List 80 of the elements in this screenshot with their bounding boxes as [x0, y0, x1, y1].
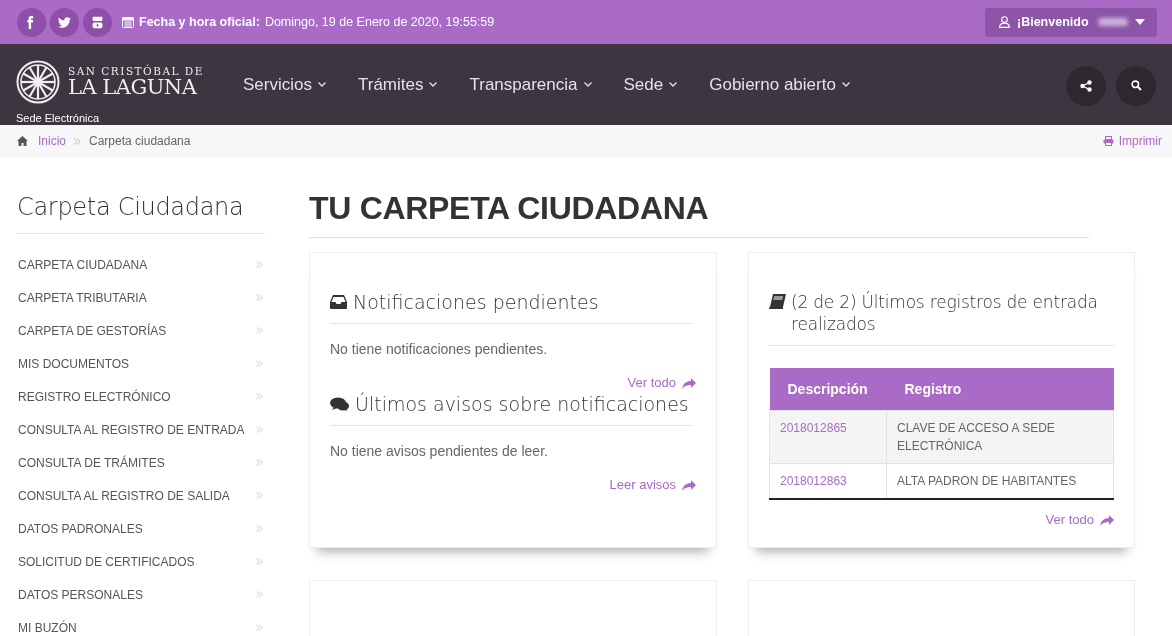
date-time: Domingo, 19 de Enero de 2020, 19:55:59 [264, 15, 495, 29]
nav-menu-item[interactable]: Servicios [227, 74, 342, 95]
search-button[interactable] [1116, 65, 1156, 106]
empty-message: No tiene notificaciones pendientes. [330, 341, 549, 357]
share-arrow-icon [681, 375, 696, 390]
share-button[interactable] [1066, 65, 1106, 106]
chevron-down-icon [669, 82, 678, 87]
sidebar-menu-item[interactable]: CONSULTA AL REGISTRO DE SALIDA [18, 479, 265, 512]
double-chevron-icon [256, 294, 263, 301]
double-chevron-icon [256, 624, 263, 631]
breadcrumb-link[interactable]: Inicio [38, 134, 66, 148]
sidebar-menu-item[interactable]: SOLICITUD DE CERTIFICADOS [18, 545, 265, 578]
site-subtitle: Sede Electrónica [16, 111, 101, 124]
book-icon [769, 294, 786, 309]
sidebar-menu-item[interactable]: CONSULTA AL REGISTRO DE ENTRADA [18, 413, 265, 446]
logo-text: SAN CRISTÓBAL DE [68, 65, 204, 77]
chevron-down-icon [317, 82, 326, 87]
double-chevron-icon [256, 459, 263, 466]
view-all-link[interactable]: Ver todo [627, 375, 696, 390]
column-header: Registro [886, 368, 1114, 411]
section-heading: Notificaciones pendientes [353, 291, 599, 313]
calendar-icon [122, 16, 134, 28]
user-menu-button[interactable]: ¡Bienvenido [985, 7, 1157, 37]
view-all-link[interactable]: Leer avisos [609, 477, 696, 492]
youtube-link[interactable] [83, 7, 112, 37]
double-chevron-icon [74, 137, 81, 145]
column-header: Descripción [769, 368, 887, 411]
double-chevron-icon [256, 525, 263, 532]
double-chevron-icon [256, 558, 263, 565]
registry-number-link[interactable]: 2018012865 [769, 410, 887, 464]
logo-text: LA LAGUNA [68, 77, 198, 98]
date-label: Fecha y hora oficial: [139, 15, 260, 29]
user-icon [999, 16, 1010, 28]
sidebar-title: Carpeta Ciudadana [17, 193, 265, 234]
double-chevron-icon [256, 360, 263, 367]
share-arrow-icon [681, 477, 696, 492]
twitter-link[interactable] [50, 7, 79, 37]
chevron-down-icon [429, 82, 438, 87]
table-cell: CLAVE DE ACCESO A SEDE ELECTRÓNICA [886, 410, 1114, 464]
nav-menu-item[interactable]: Transparencia [453, 74, 608, 95]
printer-icon [1102, 136, 1114, 146]
double-chevron-icon [256, 327, 263, 334]
nav-menu-item[interactable]: Trámites [341, 74, 454, 95]
sidebar-menu-item[interactable]: CARPETA CIUDADANA [18, 248, 265, 281]
share-icon [1080, 79, 1092, 92]
sidebar-menu-item[interactable]: MIS DOCUMENTOS [18, 347, 265, 380]
chat-bubbles-icon [330, 396, 349, 412]
twitter-icon [58, 15, 71, 29]
double-chevron-icon [256, 591, 263, 598]
chevron-down-icon [841, 82, 850, 87]
wheel-logo-icon [16, 59, 60, 104]
sidebar-menu-item[interactable]: DATOS PADRONALES [18, 512, 265, 545]
section-heading: (2 de 2) Últimos registros de entrada realizados [791, 291, 1099, 335]
home-icon [17, 136, 28, 146]
double-chevron-icon [256, 393, 263, 400]
breadcrumb-current: Carpeta ciudadana [89, 134, 191, 148]
sidebar-menu-item[interactable]: REGISTRO ELECTRÓNICO [18, 380, 265, 413]
search-icon [1130, 80, 1142, 91]
double-chevron-icon [256, 261, 263, 268]
facebook-link[interactable] [17, 7, 46, 37]
page-title: TU CARPETA CIUDADANA [309, 190, 1089, 238]
nav-menu-item[interactable]: Sede [607, 74, 694, 95]
share-arrow-icon [1099, 512, 1114, 527]
inbox-icon [330, 295, 347, 309]
chevron-down-icon [583, 82, 592, 87]
sidebar-menu-item[interactable]: CONSULTA DE TRÁMITES [18, 446, 265, 479]
sidebar-menu-item[interactable]: CARPETA DE GESTORÍAS [18, 314, 265, 347]
sidebar-menu-item[interactable]: MI BUZÓN [18, 611, 265, 636]
empty-message: No tiene avisos pendientes de leer. [330, 443, 549, 459]
section-heading: Últimos avisos sobre notificaciones [355, 393, 689, 415]
view-all-link[interactable]: Ver todo [1045, 512, 1114, 527]
nav-menu-item[interactable]: Gobierno abierto [693, 74, 866, 95]
double-chevron-icon [256, 426, 263, 433]
double-chevron-icon [256, 492, 263, 499]
caret-icon [1135, 19, 1145, 25]
print-link[interactable]: Imprimir [1102, 134, 1162, 148]
registry-number-link[interactable]: 2018012863 [769, 463, 887, 499]
sidebar-menu-item[interactable]: CARPETA TRIBUTARIA [18, 281, 265, 314]
table-cell: ALTA PADRON DE HABITANTES [886, 463, 1114, 499]
sidebar-menu-item[interactable]: DATOS PERSONALES [18, 578, 265, 611]
